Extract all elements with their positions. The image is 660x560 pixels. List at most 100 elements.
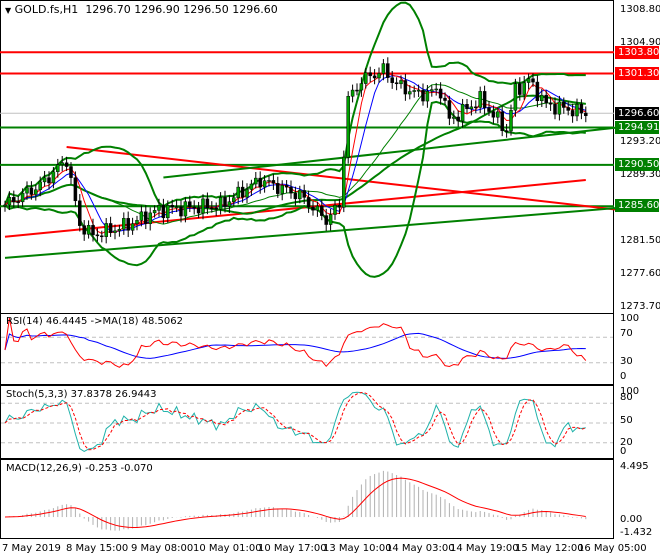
candle-body bbox=[337, 204, 342, 208]
candle-body bbox=[469, 106, 474, 110]
candle-body bbox=[408, 91, 412, 95]
current-price-tag: 1296.60 bbox=[615, 107, 659, 120]
candle-body bbox=[174, 206, 179, 208]
candle-body bbox=[434, 88, 438, 91]
candle-body bbox=[284, 185, 289, 188]
candle-body bbox=[447, 100, 452, 119]
candle-body bbox=[456, 116, 460, 122]
candle-body bbox=[249, 183, 254, 190]
candle-body bbox=[421, 89, 425, 102]
time-tick: 9 May 08:00 bbox=[131, 543, 194, 554]
candle-body bbox=[108, 223, 113, 233]
candle-body bbox=[276, 183, 280, 194]
candle-body bbox=[474, 106, 478, 109]
time-tick: 13 May 10:00 bbox=[323, 543, 392, 554]
time-tick: 16 May 05:00 bbox=[578, 543, 647, 554]
stoch-tick: 0 bbox=[620, 446, 627, 457]
candle-body bbox=[214, 207, 218, 210]
candle-body bbox=[513, 83, 518, 111]
level-tag-1285-60: 1285.60 bbox=[615, 199, 659, 212]
candle-body bbox=[562, 101, 566, 108]
candle-body bbox=[315, 205, 320, 211]
time-tick: 14 May 19:00 bbox=[450, 543, 519, 554]
candle-body bbox=[377, 73, 381, 79]
candle-body bbox=[144, 211, 148, 224]
candle-body bbox=[438, 88, 443, 99]
candle-body bbox=[293, 192, 298, 200]
collapse-arrow-icon[interactable]: ▼ bbox=[5, 6, 11, 15]
candle-body bbox=[56, 164, 60, 172]
level-tag-1290-50: 1290.50 bbox=[615, 158, 659, 171]
candle-body bbox=[126, 218, 130, 231]
level-tag-1301-30: 1301.30 bbox=[615, 67, 659, 80]
price-tick: 1273.70 bbox=[620, 301, 660, 312]
time-tick: 14 May 03:00 bbox=[386, 543, 455, 554]
candle-body bbox=[526, 78, 531, 83]
chart-plot bbox=[0, 1, 617, 531]
candle-body bbox=[584, 112, 588, 117]
candle-body bbox=[170, 205, 174, 208]
candle-body bbox=[394, 82, 399, 85]
candle-body bbox=[100, 235, 104, 238]
chart-header: ▼ GOLD.fs,H1 1296.70 1296.90 1296.50 129… bbox=[5, 3, 278, 16]
level-tag-1303-80: 1303.80 bbox=[615, 46, 659, 59]
candle-body bbox=[491, 111, 496, 118]
candle-body bbox=[218, 197, 223, 210]
candle-body bbox=[518, 83, 522, 95]
candle-body bbox=[25, 187, 29, 194]
macd-label: MACD(12,26,9) -0.253 -0.070 bbox=[6, 463, 153, 474]
rsi-tick: 30 bbox=[620, 356, 633, 367]
candle-body bbox=[232, 197, 236, 202]
candle-body bbox=[64, 162, 69, 167]
candle-body bbox=[223, 197, 227, 207]
candle-body bbox=[478, 91, 482, 108]
candle-body bbox=[20, 192, 25, 203]
candle-body bbox=[104, 223, 108, 237]
candle-body bbox=[522, 82, 526, 95]
candle-body bbox=[544, 94, 548, 104]
candle-body bbox=[139, 211, 144, 221]
candle-body bbox=[412, 90, 416, 92]
time-tick: 10 May 01:00 bbox=[193, 543, 262, 554]
candle-body bbox=[425, 90, 430, 102]
trend-line bbox=[163, 126, 617, 179]
candle-body bbox=[7, 197, 12, 206]
candle-body bbox=[403, 80, 408, 95]
candle-body bbox=[381, 63, 386, 74]
rsi-tick: 0 bbox=[620, 371, 627, 382]
stoch-signal-line bbox=[4, 391, 586, 451]
candle-body bbox=[122, 218, 126, 230]
candle-body bbox=[78, 200, 82, 226]
candle-body bbox=[298, 190, 302, 200]
candle-body bbox=[183, 201, 188, 217]
candle-body bbox=[570, 110, 575, 117]
trend-line bbox=[4, 206, 617, 259]
candle-body bbox=[34, 189, 38, 195]
candle-body bbox=[540, 94, 544, 102]
candle-body bbox=[262, 180, 267, 188]
rsi-label: RSI(14) 46.4445 ->MA(18) 48.5062 bbox=[6, 316, 183, 327]
macd-signal-line bbox=[4, 477, 586, 529]
rsi-tick: 100 bbox=[620, 313, 640, 324]
candle-body bbox=[29, 187, 34, 195]
candle-body bbox=[86, 225, 91, 235]
trading-chart-window: ▼ GOLD.fs,H1 1296.70 1296.90 1296.50 129… bbox=[0, 0, 660, 560]
candle-body bbox=[364, 72, 368, 84]
candle-body bbox=[117, 229, 122, 232]
candle-body bbox=[152, 210, 157, 214]
macd-tick: 0.00 bbox=[620, 514, 643, 525]
candle-body bbox=[328, 214, 333, 225]
candle-body bbox=[487, 107, 491, 112]
candle-body bbox=[258, 177, 262, 188]
candle-body bbox=[91, 225, 95, 236]
level-tag-1294-91: 1294.91 bbox=[615, 121, 659, 134]
candle-body bbox=[482, 91, 487, 109]
candle-body bbox=[390, 77, 394, 83]
candle-body bbox=[386, 63, 390, 78]
macd-tick: 4.495 bbox=[620, 461, 649, 472]
candle-body bbox=[227, 201, 232, 207]
candle-body bbox=[267, 180, 271, 182]
candle-body bbox=[179, 206, 183, 217]
candle-body bbox=[289, 186, 293, 194]
candle-body bbox=[372, 75, 377, 79]
